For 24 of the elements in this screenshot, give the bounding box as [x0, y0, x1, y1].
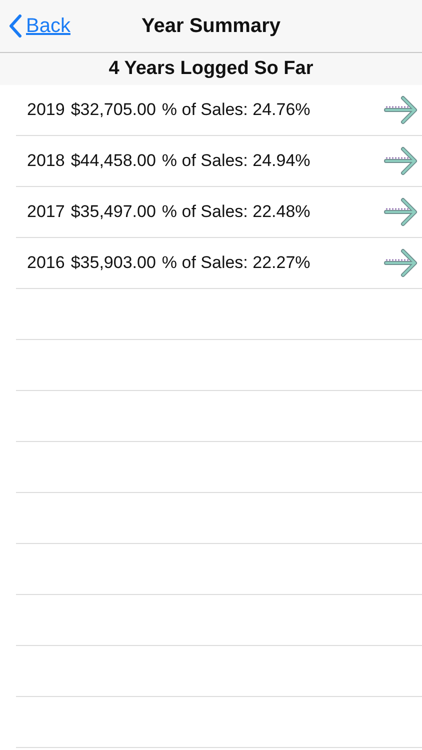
back-button[interactable]: Back: [0, 14, 70, 38]
year-row[interactable]: 2016 $35,903.00 % of Sales: 22.27%: [16, 238, 422, 289]
arrow-right-icon[interactable]: [384, 195, 418, 229]
year-label: 2017: [27, 202, 65, 222]
year-row[interactable]: 2019 $32,705.00 % of Sales: 24.76%: [16, 85, 422, 136]
sales-share-label: % of Sales: 24.94%: [162, 151, 310, 171]
year-label: 2019: [27, 100, 65, 120]
section-header: 4 Years Logged So Far: [0, 53, 422, 85]
chevron-left-icon: [8, 14, 22, 38]
amount-label: $32,705.00: [70, 100, 156, 120]
arrow-right-icon[interactable]: [384, 144, 418, 178]
sales-share-label: % of Sales: 22.27%: [162, 253, 310, 273]
year-row[interactable]: 2018 $44,458.00 % of Sales: 24.94%: [16, 136, 422, 187]
amount-label: $35,903.00: [70, 253, 156, 273]
amount-label: $35,497.00: [70, 202, 156, 222]
sales-share-label: % of Sales: 22.48%: [162, 202, 310, 222]
arrow-right-icon[interactable]: [384, 93, 418, 127]
year-label: 2016: [27, 253, 65, 273]
year-label: 2018: [27, 151, 65, 171]
arrow-right-icon[interactable]: [384, 246, 418, 280]
amount-label: $44,458.00: [70, 151, 156, 171]
screen-title: Year Summary: [142, 14, 280, 38]
sales-share-label: % of Sales: 24.76%: [162, 100, 310, 120]
year-row[interactable]: 2017 $35,497.00 % of Sales: 22.48%: [16, 187, 422, 238]
